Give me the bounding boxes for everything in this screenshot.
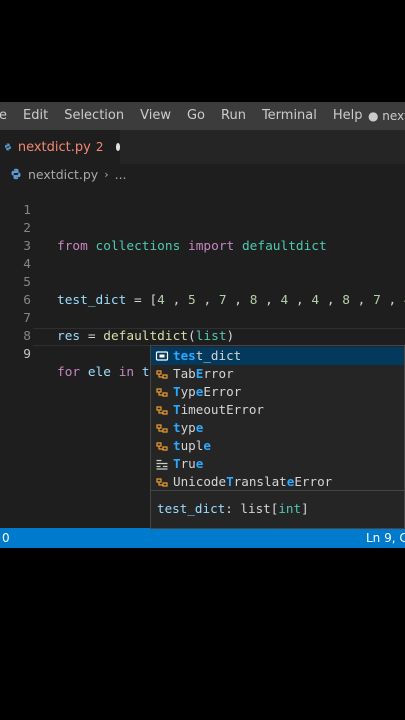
code-line: 5 test_dict = [4 , 5 , 7 , 8 , 4 , 4 , 8… [0,256,405,308]
line-number: 9 [23,347,31,362]
python-file-icon [11,168,21,180]
code-line: 7 res = defaultdict(list) [0,292,405,344]
menu-view[interactable]: View [132,102,179,130]
suggestion-label: test_dict [173,348,242,363]
status-cursor-position[interactable]: Ln 9, Co [366,528,405,548]
suggestion-label: type [173,420,204,435]
suggestion-label: TimeoutError [173,402,264,417]
code-line: 1 [0,184,405,218]
class-icon [156,370,168,379]
suggestion-item[interactable]: TypeError [151,383,404,401]
menu-file[interactable]: e [0,102,15,130]
tab-filename: nextdict.py [17,139,91,155]
class-icon [156,406,168,415]
suggestion-item[interactable]: tuple [151,437,404,455]
suggestion-item[interactable]: TimeoutError [151,401,404,419]
status-problems[interactable]: 0 [2,528,10,548]
suggestion-label: TabError [173,366,234,381]
status-bar: 0 Ln 9, Co [0,528,405,548]
breadcrumb-file[interactable]: nextdict.py [28,167,98,182]
suggestion-label: True [173,456,204,471]
menu-run[interactable]: Run [213,102,254,130]
menu-edit[interactable]: Edit [15,102,56,130]
code-line: 8 [0,310,405,344]
suggestion-label: UnicodeTranslateError [173,474,333,489]
class-icon [156,424,168,433]
code-line: 9 for ele in tes [0,328,405,380]
suggestion-item[interactable]: UnicodeTranslateError [151,473,404,491]
keyword-icon [156,459,168,470]
suggestion-item[interactable]: test_dict [151,347,404,365]
autocomplete-popup: test_dict TabError TypeError TimeoutErro… [150,345,405,529]
menu-help[interactable]: Help [325,102,371,130]
menu-terminal[interactable]: Terminal [254,102,325,130]
code-line: 3 [0,220,405,254]
code-line: 4 [0,238,405,272]
variable-icon [155,351,169,361]
code-line: 6 [0,274,405,308]
suggestion-item[interactable]: TabError [151,365,404,383]
menu-go[interactable]: Go [179,102,213,130]
breadcrumb-symbol[interactable]: ... [115,167,127,182]
menu-bar: e Edit Selection View Go Run Terminal He… [0,102,405,130]
tab-problem-count: 2 [95,140,104,154]
suggestion-label: tuple [173,438,211,453]
chevron-right-icon: › [104,167,109,181]
window-title: ● nextc [368,109,405,123]
suggestion-detail: test_dict: list[int] [151,490,404,528]
unsaved-dot-icon[interactable] [115,143,120,151]
tab-nextdict[interactable]: nextdict.py 2 [0,130,120,164]
suggestion-label: TypeError [173,384,242,399]
tab-bar: nextdict.py 2 [0,130,405,164]
suggestion-item[interactable]: type [151,419,404,437]
class-icon [156,388,168,397]
class-icon [156,478,168,487]
python-file-icon [4,143,11,151]
menu-selection[interactable]: Selection [56,102,132,130]
class-icon [156,442,168,451]
suggestion-item[interactable]: True [151,455,404,473]
code-line: 2 from collections import defaultdict [0,202,405,254]
breadcrumb: nextdict.py › ... [0,164,405,184]
